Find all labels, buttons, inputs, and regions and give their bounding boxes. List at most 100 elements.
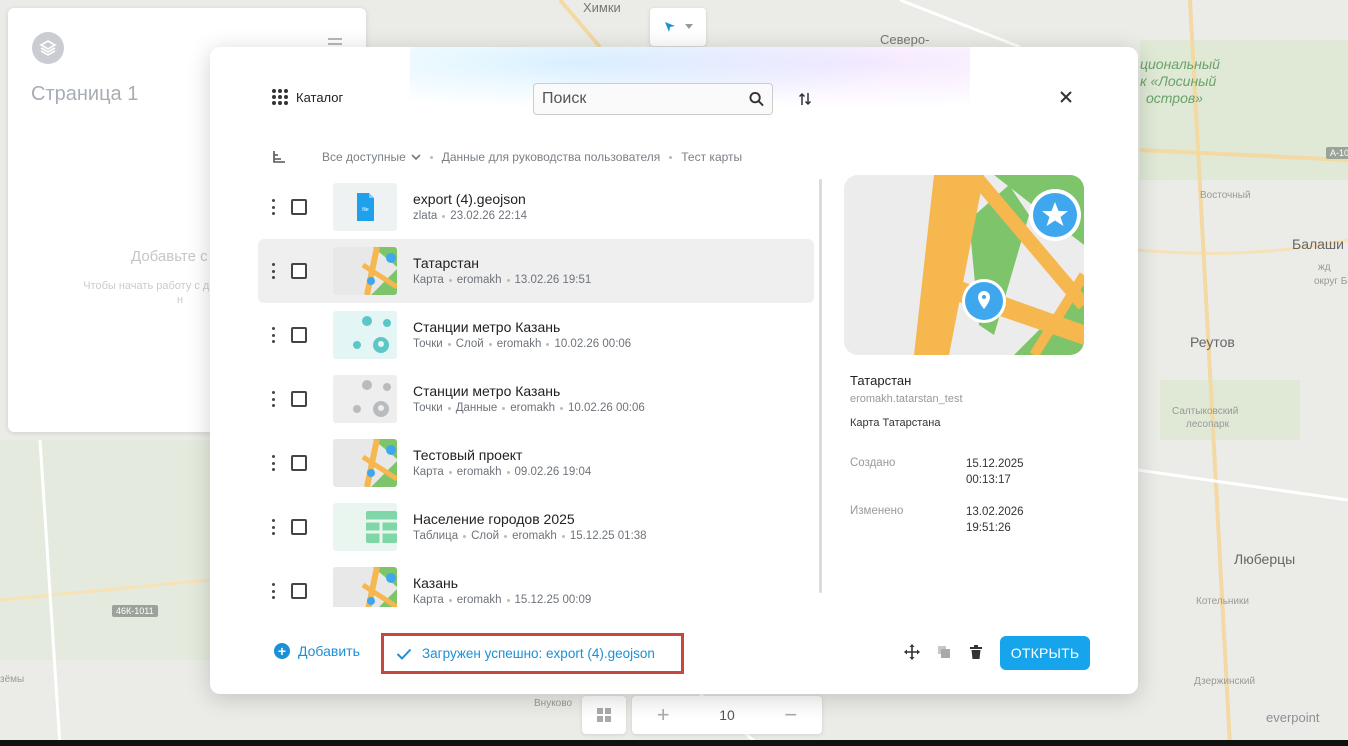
map-label-park-3: остров» (1146, 90, 1203, 106)
file-icon: file (357, 193, 374, 221)
more-options-icon[interactable] (272, 519, 276, 535)
breadcrumb: Все доступные Данные для руководства пол… (272, 150, 742, 164)
table-thumbnail (333, 503, 397, 551)
points-layer-icon (353, 316, 391, 353)
more-options-icon[interactable] (272, 391, 276, 407)
trash-icon (970, 645, 982, 659)
breadcrumb-item-guide[interactable]: Данные для руководства пользователя (442, 150, 661, 164)
open-button[interactable]: ОТКРЫТЬ (1000, 636, 1090, 670)
item-checkbox[interactable] (291, 263, 307, 279)
preview-image (844, 175, 1084, 355)
map-thumbnail (333, 567, 397, 607)
apps-grid-icon (272, 89, 288, 105)
pointer-icon (665, 22, 675, 32)
layout-grid-button[interactable] (582, 696, 626, 734)
item-checkbox[interactable] (291, 583, 307, 599)
item-checkbox[interactable] (291, 391, 307, 407)
item-name: Казань (413, 575, 459, 591)
upload-success-toast: Загружен успешно: export (4).geojson (381, 633, 684, 674)
details-subtitle: eromakh.tatarstan_test (850, 393, 963, 405)
map-label-reutov: Реутов (1190, 334, 1235, 350)
created-value: 15.12.2025 00:13:17 (966, 458, 1024, 486)
item-name: Татарстан (413, 255, 480, 271)
map-label-zemy: зёмы (0, 674, 25, 685)
catalog-header[interactable]: Каталог (272, 89, 343, 105)
item-checkbox[interactable] (291, 455, 307, 471)
more-options-icon[interactable] (272, 263, 276, 279)
map-label-vnukovo: Внуково (534, 698, 573, 709)
map-label-vostochny: Восточный (1200, 190, 1251, 201)
road-tag-46k: 46К-1011 (112, 605, 158, 617)
details-title: Татарстан (850, 373, 912, 388)
item-checkbox[interactable] (291, 327, 307, 343)
search-icon[interactable] (749, 91, 764, 107)
add-button[interactable]: + Добавить (274, 643, 360, 659)
item-checkbox[interactable] (291, 519, 307, 535)
zoom-in-button[interactable]: + (657, 702, 670, 728)
item-meta: Точки Слой eromakh 10.02.26 00:06 (413, 338, 632, 350)
map-icon (333, 567, 397, 607)
item-name: Тестовый проект (413, 447, 523, 463)
map-label-zhd-2: округ Ба (1314, 276, 1348, 287)
list-item[interactable]: Станции метро Казань Точки Слой eromakh … (258, 303, 814, 367)
move-button[interactable] (903, 643, 921, 661)
zoom-control: + 10 − (632, 696, 822, 734)
points-data-thumbnail (333, 375, 397, 423)
map-label-saltykovsky-2: лесопарк (1186, 419, 1229, 430)
brand-logo: everpoint (1266, 710, 1320, 725)
map-label-dzerzhinsky: Дзержинский (1194, 676, 1256, 687)
delete-button[interactable] (967, 643, 985, 661)
more-options-icon[interactable] (272, 199, 276, 215)
details-description: Карта Татарстана (850, 417, 941, 429)
map-thumbnail (333, 247, 397, 295)
filter-label: Все доступные (322, 150, 406, 164)
points-thumbnail (333, 311, 397, 359)
map-label-lyubertsy: Люберцы (1234, 551, 1296, 567)
filter-dropdown[interactable]: Все доступные (322, 150, 421, 164)
map-label-severo: Северо- (880, 32, 930, 47)
list-item[interactable]: file export (4).geojson zlata 23.02.26 2… (258, 175, 814, 239)
catalog-dialog: Каталог Все доступные Данные для руковод… (210, 47, 1138, 694)
modified-value: 13.02.2026 19:51:26 (966, 506, 1024, 534)
map-label-saltykovsky-1: Салтыковский (1172, 406, 1239, 417)
points-data-icon (353, 380, 391, 417)
table-icon (366, 511, 397, 543)
pointer-tool-button[interactable] (650, 8, 706, 46)
zoom-out-button[interactable]: − (784, 702, 797, 728)
item-meta: Таблица Слой eromakh 15.12.25 01:38 (413, 530, 647, 542)
close-icon[interactable] (1058, 89, 1074, 105)
page-title: Страница 1 (31, 83, 139, 105)
app-logo-icon[interactable] (32, 32, 64, 64)
copy-button[interactable] (935, 643, 953, 661)
more-options-icon[interactable] (272, 327, 276, 343)
breadcrumb-item-test-maps[interactable]: Тест карты (681, 150, 742, 164)
list-scrollbar[interactable] (819, 179, 822, 593)
item-checkbox[interactable] (291, 199, 307, 215)
item-name: export (4).geojson (413, 191, 526, 207)
list-item[interactable]: Татарстан Карта eromakh 13.02.26 19:51 (258, 239, 814, 303)
menu-icon[interactable] (328, 38, 342, 40)
more-options-icon[interactable] (272, 583, 276, 599)
item-meta: zlata 23.02.26 22:14 (413, 210, 528, 222)
sort-icon[interactable] (798, 91, 812, 107)
list-item[interactable]: Тестовый проект Карта eromakh 09.02.26 1… (258, 431, 814, 495)
item-meta: Карта eromakh 13.02.26 19:51 (413, 274, 592, 286)
list-item[interactable]: Население городов 2025 Таблица Слой erom… (258, 495, 814, 559)
map-thumbnail (333, 439, 397, 487)
empty-state-title: Добавьте с (131, 248, 208, 265)
search-box (533, 83, 773, 115)
list-item[interactable]: Станции метро Казань Точки Данные eromak… (258, 367, 814, 431)
copy-icon (938, 646, 950, 658)
file-thumbnail: file (333, 183, 397, 231)
map-label-park-2: к «Лосиный (1140, 73, 1217, 89)
list-item[interactable]: Казань Карта eromakh 15.12.25 00:09 (258, 559, 814, 607)
map-icon (333, 247, 397, 295)
catalog-title: Каталог (296, 89, 344, 105)
map-preview-icon (844, 175, 1084, 355)
chevron-down-icon (411, 153, 421, 160)
tree-structure-icon[interactable] (272, 150, 286, 164)
map-label-zhd-1: жд (1318, 262, 1331, 273)
more-options-icon[interactable] (272, 455, 276, 471)
search-input[interactable] (542, 90, 749, 108)
zoom-toolbar: + 10 − (582, 696, 822, 734)
